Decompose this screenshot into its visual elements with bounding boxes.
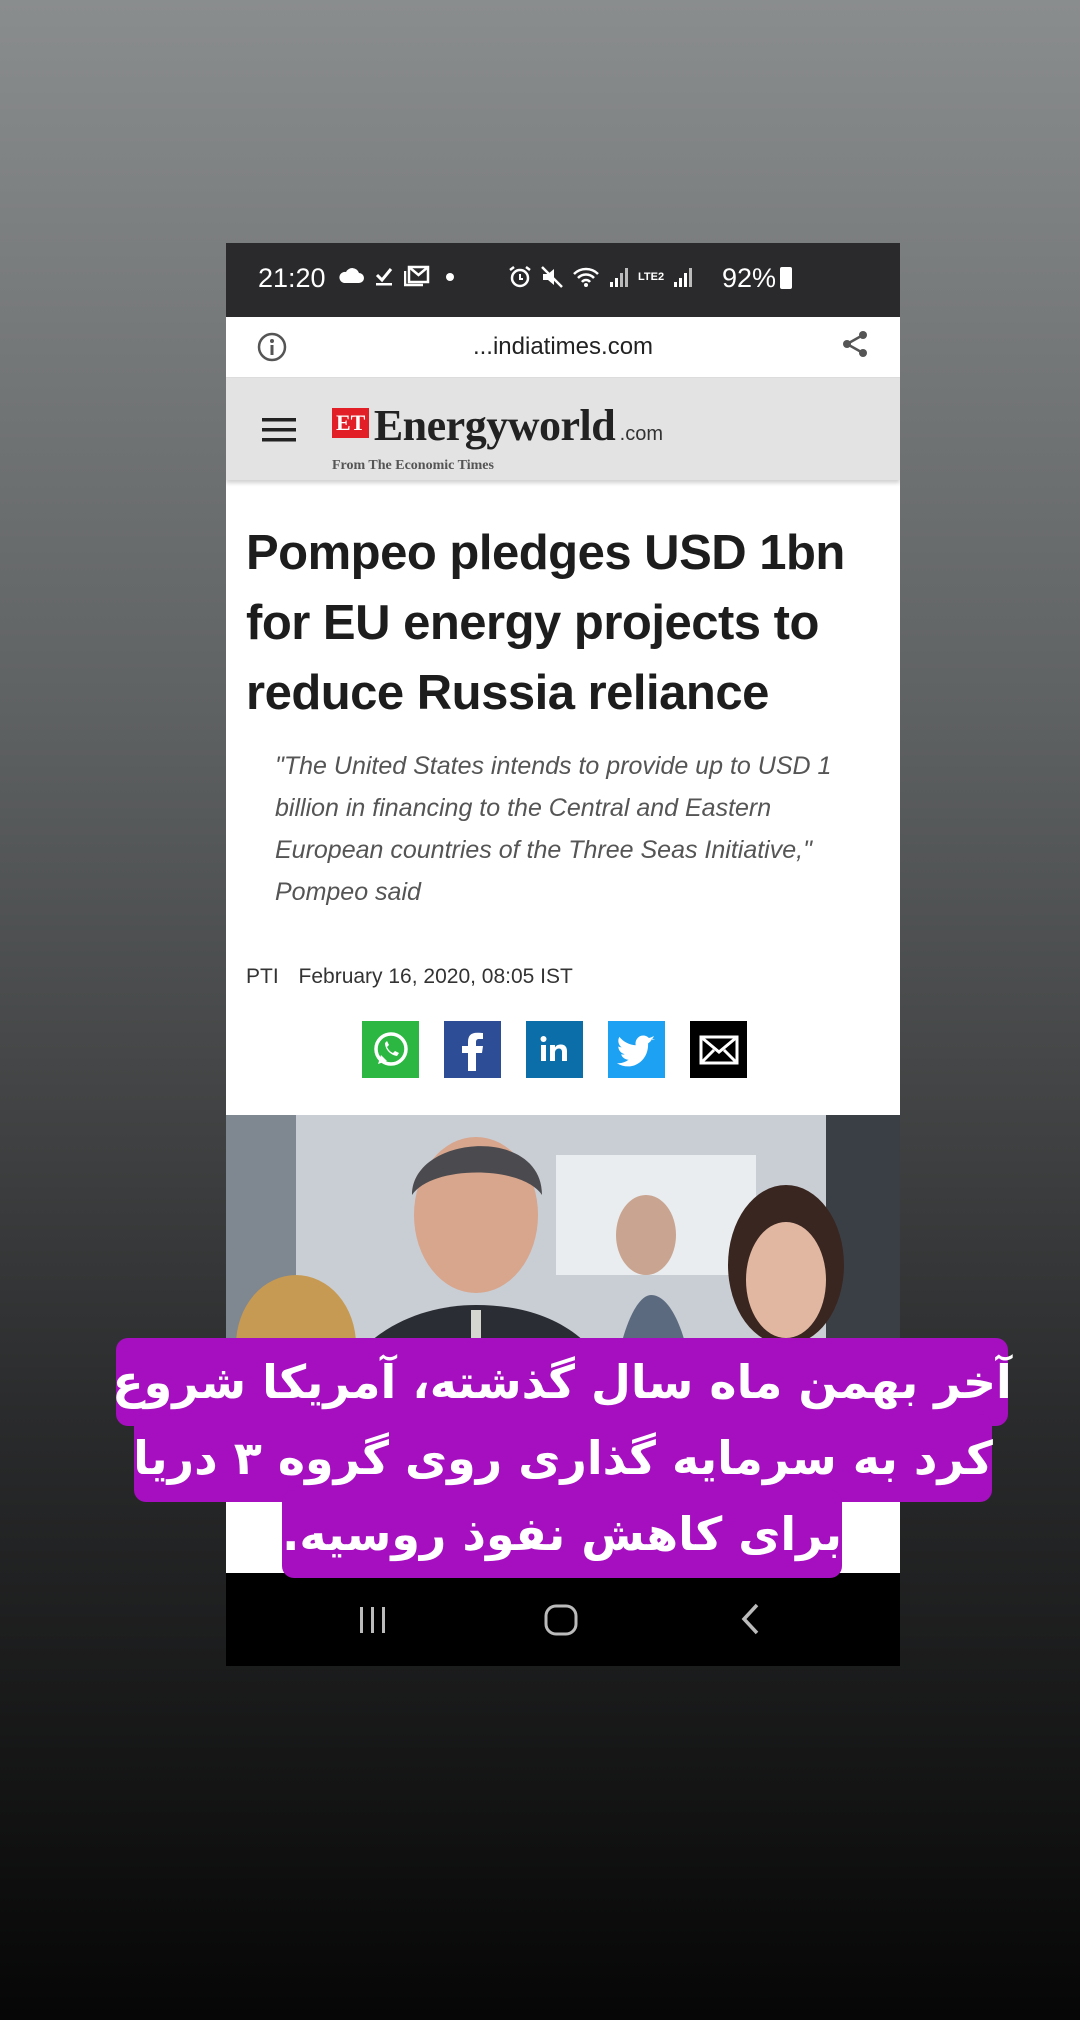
headline-line: reduce Russia reliance [246, 666, 769, 720]
url-text[interactable]: ...indiatimes.com [226, 333, 900, 361]
whatsapp-icon [373, 1031, 408, 1066]
battery-icon [780, 267, 792, 289]
article-date: February 16, 2020, 08:05 IST [298, 965, 573, 988]
lte-label: LTE2 [638, 270, 665, 283]
article-headline: Pompeo pledges USD 1bn for EU energy pro… [246, 518, 876, 728]
article-byline: PTI February 16, 2020, 08:05 IST [246, 965, 587, 989]
logo-tagline: From The Economic Times [332, 458, 494, 473]
energyworld-logo[interactable]: ET Energyworld .com From The Economic Ti… [332, 400, 663, 473]
summary-line: "The United States intends to provide up… [275, 752, 832, 780]
share-buttons [362, 1021, 747, 1078]
logo-tld: .com [619, 423, 663, 445]
caption-line: آخر بهمن ماه سال گذشته، آمریکا شروع [112, 1338, 1012, 1426]
hamburger-menu-icon[interactable] [262, 416, 298, 449]
headline-line: Pompeo pledges USD 1bn [246, 526, 845, 580]
home-icon [544, 1604, 578, 1636]
mute-icon [541, 266, 563, 288]
twitter-share-button[interactable] [608, 1021, 665, 1078]
twitter-icon [616, 1035, 655, 1066]
facebook-icon [461, 1032, 483, 1071]
recents-icon [360, 1607, 385, 1633]
status-time: 21:20 [258, 263, 326, 293]
linkedin-share-button[interactable] [526, 1021, 583, 1078]
headline-line: for EU energy projects to [246, 596, 819, 650]
dot-icon [446, 273, 454, 281]
summary-line: Pompeo said [275, 878, 421, 906]
recents-button[interactable] [356, 1603, 390, 1642]
whatsapp-share-button[interactable] [362, 1021, 419, 1078]
status-system-icons: LTE2 [508, 265, 694, 289]
share-icon[interactable] [840, 329, 870, 364]
caption-line: برای کاهش نفوذ روسیه. [282, 1490, 842, 1578]
article-source: PTI [246, 965, 279, 988]
back-icon [741, 1603, 759, 1635]
summary-line: billion in financing to the Central and … [275, 794, 772, 822]
cloud-icon [339, 268, 364, 283]
logo-name: Energyworld [373, 401, 616, 450]
download-done-icon [375, 268, 393, 286]
summary-line: European countries of the Three Seas Ini… [275, 836, 812, 864]
site-header: ET Energyworld .com From The Economic Ti… [226, 378, 900, 480]
email-icon [699, 1035, 738, 1064]
facebook-share-button[interactable] [444, 1021, 501, 1078]
linkedin-icon [540, 1035, 567, 1061]
back-button[interactable] [737, 1601, 763, 1642]
logo-et: ET [332, 408, 370, 438]
caption-line: کرد به سرمایه گذاری روی گروه ۳ دریا [133, 1414, 993, 1502]
status-bar: 21:20 LTE2 92% [226, 243, 900, 317]
home-button[interactable] [543, 1603, 579, 1642]
signal-icon-2 [674, 268, 693, 287]
gmail-icon [404, 265, 430, 287]
wifi-icon [573, 267, 599, 287]
email-share-button[interactable] [690, 1021, 747, 1078]
alarm-icon [509, 266, 531, 288]
signal-icon [610, 268, 628, 287]
article-summary: "The United States intends to provide up… [275, 745, 860, 913]
battery-percent: 92% [721, 263, 776, 293]
status-notification-icons [338, 265, 460, 287]
browser-url-bar: ...indiatimes.com [226, 317, 900, 378]
story-caption: آخر بهمن ماه سال گذشته، آمریکا شروع کرد … [112, 1338, 1012, 1598]
